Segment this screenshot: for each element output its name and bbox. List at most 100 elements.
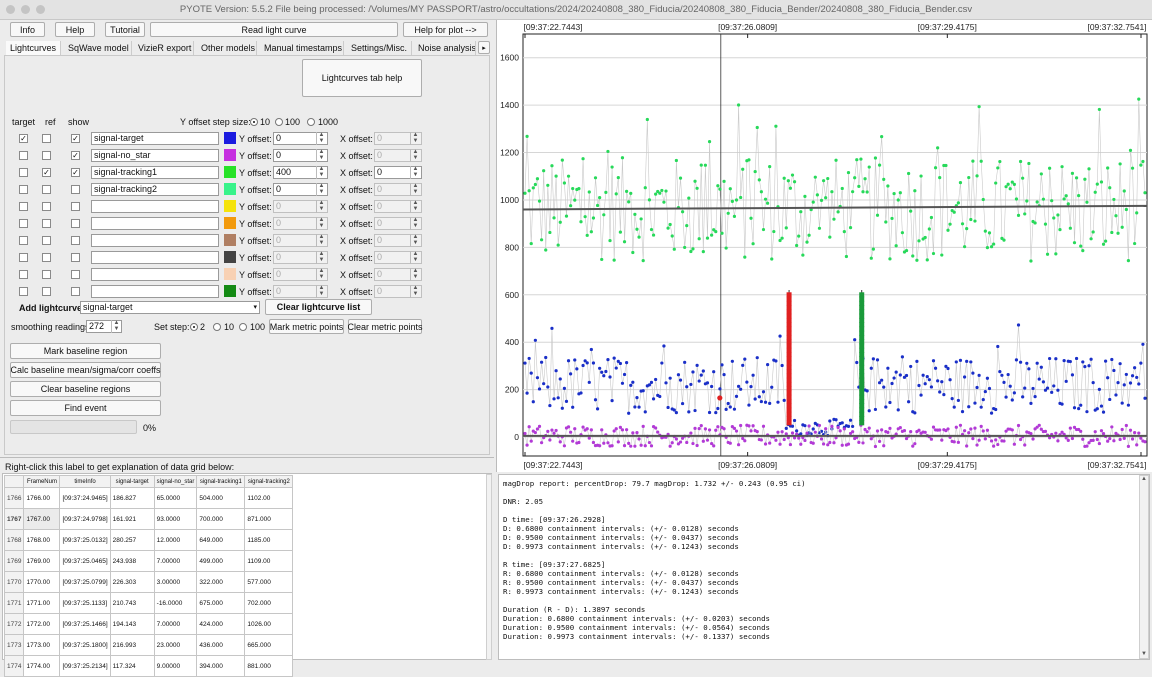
table-cell[interactable]: 1026.00	[244, 613, 294, 635]
target-checkbox[interactable]	[19, 168, 28, 177]
table-cell[interactable]: 1767.00	[23, 508, 61, 530]
table-cell[interactable]: 1766.00	[23, 487, 61, 509]
column-header[interactable]: signal-target	[109, 475, 155, 488]
tutorial-button[interactable]: Tutorial	[105, 22, 145, 37]
curve-name-field[interactable]	[91, 217, 219, 230]
ref-checkbox[interactable]	[42, 134, 51, 143]
data-grid-label[interactable]: Right-click this label to get explanatio…	[5, 462, 234, 472]
show-checkbox[interactable]	[71, 219, 80, 228]
target-checkbox[interactable]	[19, 236, 28, 245]
row-header[interactable]: 1766	[3, 487, 25, 509]
ref-checkbox[interactable]	[42, 253, 51, 262]
curve-name-field[interactable]: signal-target	[91, 132, 219, 145]
table-cell[interactable]: 1774.00	[23, 655, 61, 677]
tab-lightcurves[interactable]: Lightcurves	[6, 41, 61, 55]
show-checkbox[interactable]: ✓	[71, 151, 80, 160]
tab-noise-analysis[interactable]: Noise analysis/	[414, 41, 476, 55]
read-light-curve-button[interactable]: Read light curve	[150, 22, 398, 37]
set-step-10-radio[interactable]	[213, 323, 221, 331]
y-offset-stepper-icon[interactable]: ▲ ▼	[316, 285, 326, 298]
mark-baseline-region-button[interactable]: Mark baseline region	[10, 343, 161, 359]
row-header[interactable]: 1770	[3, 571, 25, 593]
ref-checkbox[interactable]	[42, 151, 51, 160]
set-step-100-radio[interactable]	[239, 323, 247, 331]
table-cell[interactable]: 1102.00	[244, 487, 294, 509]
table-cell[interactable]: 1771.00	[23, 592, 61, 614]
curve-name-field[interactable]	[91, 268, 219, 281]
curve-color-swatch[interactable]	[224, 132, 236, 144]
table-cell[interactable]: 210.743	[109, 592, 155, 614]
table-cell[interactable]: 1185.00	[244, 529, 294, 551]
table-cell[interactable]: [09:37:25.1800]	[59, 634, 111, 656]
x-offset-stepper-icon[interactable]: ▲ ▼	[410, 268, 420, 281]
ref-checkbox[interactable]	[42, 287, 51, 296]
row-header[interactable]: 1773	[3, 634, 25, 656]
table-row[interactable]: 1769 1769.00 [09:37:25.0465] 243.938 7.00000…	[3, 550, 294, 572]
show-checkbox[interactable]	[71, 287, 80, 296]
find-event-button[interactable]: Find event	[10, 400, 161, 416]
table-cell[interactable]: 3.00000	[153, 571, 198, 593]
minimize-window-icon[interactable]	[21, 5, 30, 14]
ref-checkbox[interactable]	[42, 236, 51, 245]
table-cell[interactable]: 7.00000	[153, 613, 198, 635]
zoom-window-icon[interactable]	[36, 5, 45, 14]
show-checkbox[interactable]	[71, 270, 80, 279]
x-offset-stepper-icon[interactable]: ▲ ▼	[410, 183, 420, 196]
curve-color-swatch[interactable]	[224, 217, 236, 229]
y-offset-stepper-icon[interactable]: ▲ ▼	[316, 166, 326, 179]
table-cell[interactable]: 9.00000	[153, 655, 198, 677]
table-row[interactable]: 1766 1766.00 [09:37:24.9465] 186.827 65.0000…	[3, 487, 294, 509]
calc-baseline-button[interactable]: Calc baseline mean/sigma/corr coeffs	[10, 362, 161, 378]
table-cell[interactable]: 1109.00	[244, 550, 294, 572]
table-cell[interactable]: [09:37:25.0799]	[59, 571, 111, 593]
data-grid[interactable]: FrameNum timeInfo signal-target signal-no_s…	[3, 475, 294, 677]
x-offset-stepper-icon[interactable]: ▲ ▼	[410, 251, 420, 264]
table-cell[interactable]: [09:37:25.1133]	[59, 592, 111, 614]
table-cell[interactable]: 216.993	[109, 634, 155, 656]
table-cell[interactable]: 226.303	[109, 571, 155, 593]
table-cell[interactable]: 1768.00	[23, 529, 61, 551]
curve-color-swatch[interactable]	[224, 183, 236, 195]
data-grid-scrollbar[interactable]	[486, 474, 492, 660]
curve-color-swatch[interactable]	[224, 285, 236, 297]
help-button[interactable]: Help	[55, 22, 95, 37]
set-step-2-radio[interactable]	[190, 323, 198, 331]
table-cell[interactable]: 881.000	[244, 655, 294, 677]
step-100-radio[interactable]	[275, 118, 283, 126]
y-offset-stepper-icon[interactable]: ▲ ▼	[316, 132, 326, 145]
step-10-radio[interactable]	[250, 118, 258, 126]
target-checkbox[interactable]: ✓	[19, 134, 28, 143]
y-offset-stepper-icon[interactable]: ▲ ▼	[316, 217, 326, 230]
curve-color-swatch[interactable]	[224, 234, 236, 246]
window-controls[interactable]	[6, 5, 45, 14]
target-checkbox[interactable]	[19, 219, 28, 228]
y-offset-stepper-icon[interactable]: ▲ ▼	[316, 183, 326, 196]
curve-name-field[interactable]	[91, 251, 219, 264]
close-window-icon[interactable]	[6, 5, 15, 14]
table-cell[interactable]: 186.827	[109, 487, 155, 509]
table-cell[interactable]: 499.000	[196, 550, 246, 572]
target-checkbox[interactable]	[19, 185, 28, 194]
table-cell[interactable]: 93.0000	[153, 508, 198, 530]
target-checkbox[interactable]	[19, 287, 28, 296]
tab-manual-timestamps[interactable]: Manual timestamps	[260, 41, 344, 55]
row-header[interactable]: 1767	[3, 508, 25, 530]
scroll-up-icon[interactable]: ▲	[1141, 476, 1147, 482]
column-header[interactable]: signal-tracking2	[244, 475, 294, 488]
light-curve-plot-area[interactable]: 0 200 400 600 800 1000 1200 1400 1600 [09:37:22.7…	[496, 20, 1152, 472]
table-cell[interactable]: 1769.00	[23, 550, 61, 572]
curve-color-swatch[interactable]	[224, 268, 236, 280]
table-cell[interactable]: 194.143	[109, 613, 155, 635]
table-cell[interactable]: 1770.00	[23, 571, 61, 593]
target-checkbox[interactable]	[19, 253, 28, 262]
table-cell[interactable]: [09:37:25.0465]	[59, 550, 111, 572]
row-header[interactable]: 1768	[3, 529, 25, 551]
table-cell[interactable]: 280.257	[109, 529, 155, 551]
tab-settings-misc[interactable]: Settings/Misc.	[347, 41, 412, 55]
row-header[interactable]: 1772	[3, 613, 25, 635]
info-button[interactable]: Info	[10, 22, 45, 37]
table-row[interactable]: 1772 1772.00 [09:37:25.1466] 194.143 7.00000…	[3, 613, 294, 635]
show-checkbox[interactable]: ✓	[71, 134, 80, 143]
x-offset-stepper-icon[interactable]: ▲ ▼	[410, 149, 420, 162]
column-header[interactable]: timeInfo	[59, 475, 111, 488]
